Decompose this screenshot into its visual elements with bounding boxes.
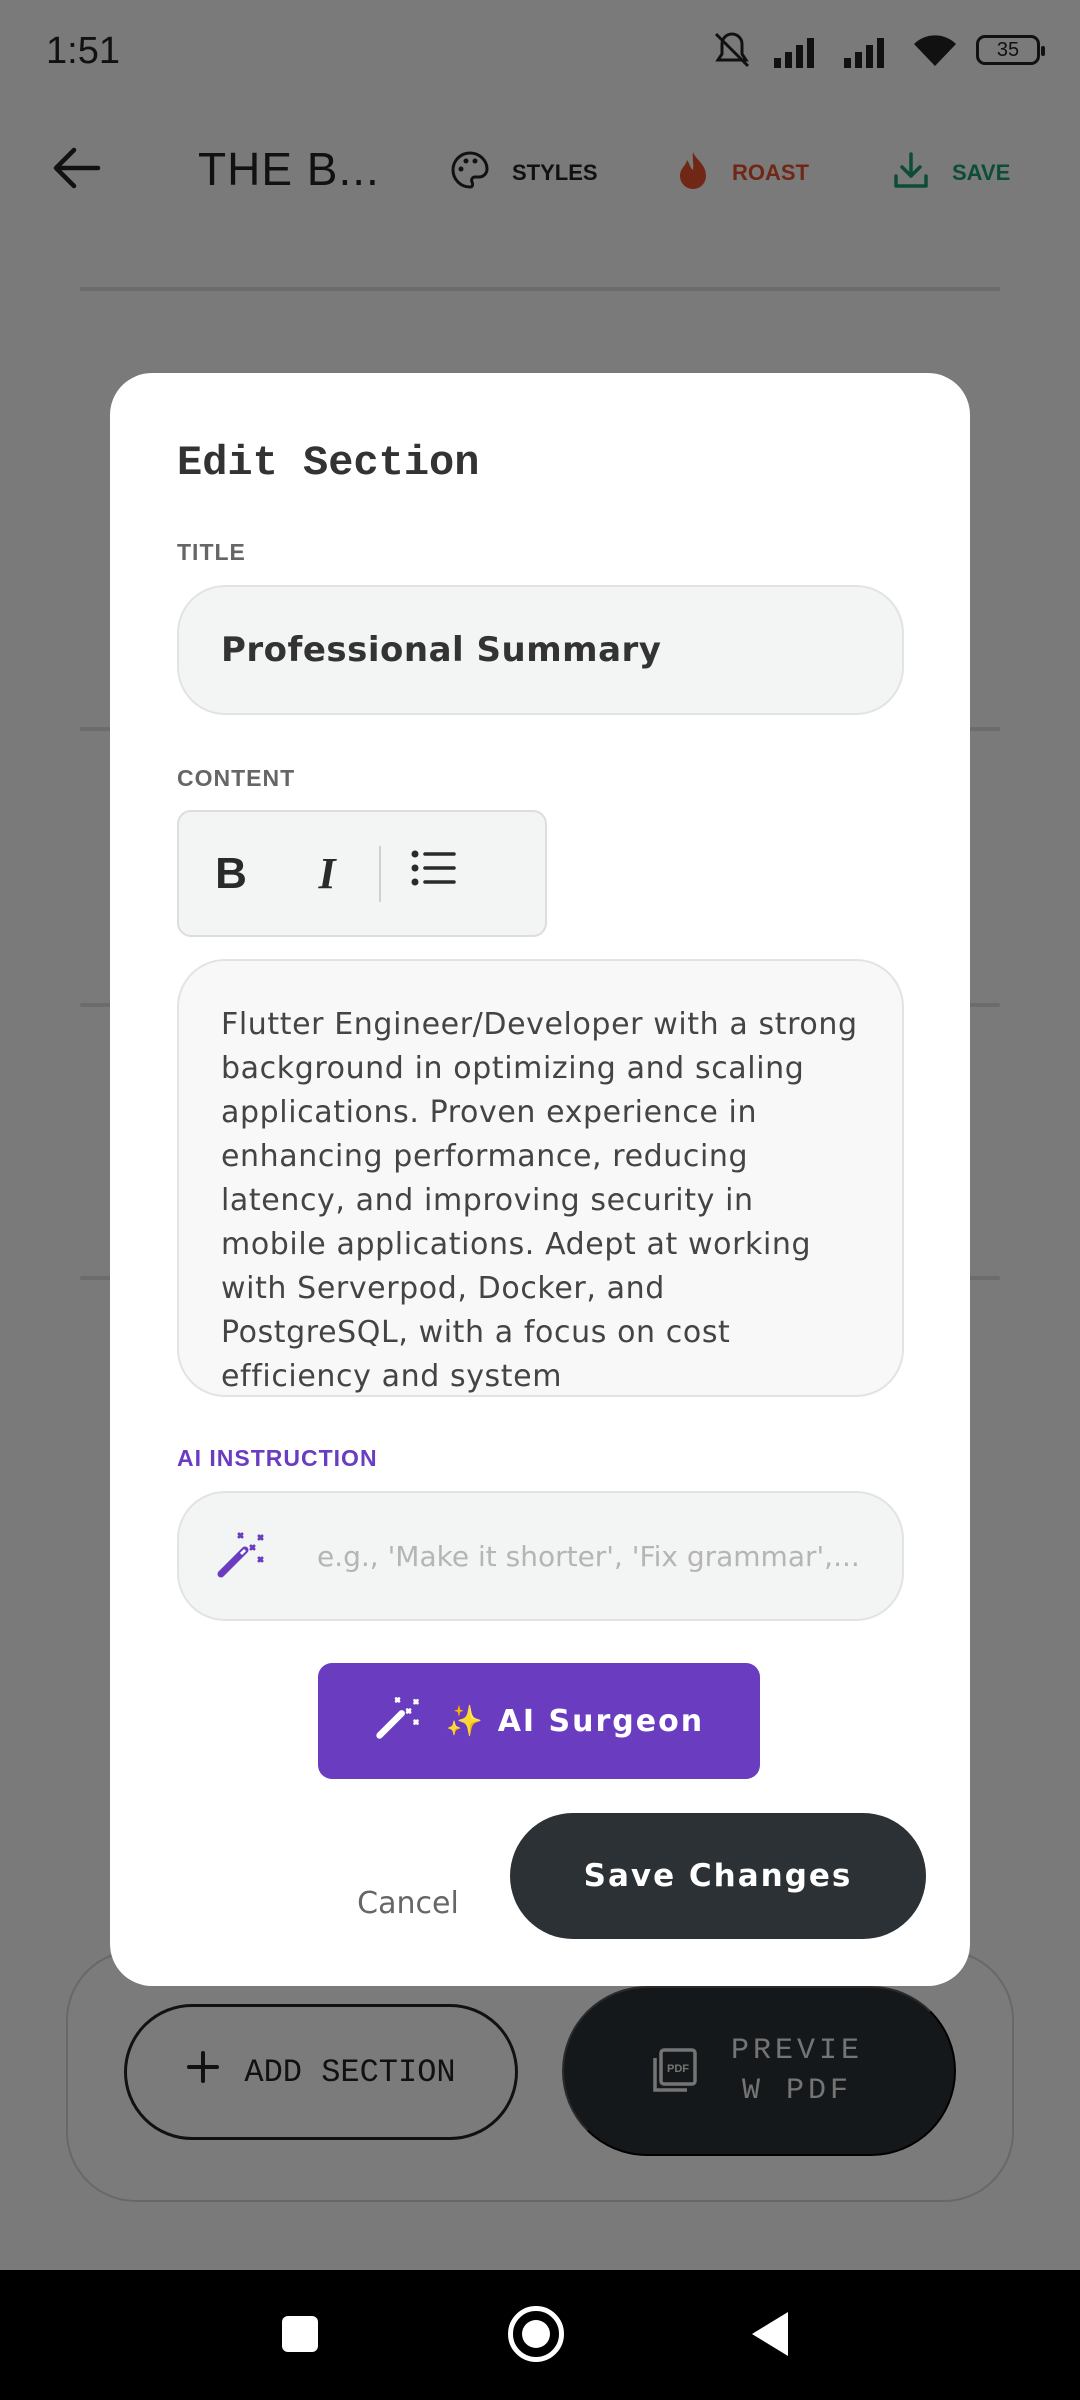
ai-instruction-label: AI INSTRUCTION [177,1445,378,1471]
back-triangle-icon[interactable] [752,2312,788,2356]
dialog-title: Edit Section [177,439,480,487]
save-changes-button[interactable]: Save Changes [510,1813,926,1939]
bullet-list-button[interactable] [385,812,481,935]
recents-icon[interactable] [282,2316,318,2352]
bold-button[interactable]: B [183,812,279,935]
cancel-button[interactable]: Cancel [324,1863,492,1943]
content-field-label: CONTENT [177,765,296,791]
edit-section-dialog: Edit Section TITLE Professional Summary … [110,373,970,1986]
ai-surgeon-button[interactable]: ✨ AI Surgeon [318,1663,760,1779]
content-textarea[interactable]: Flutter Engineer/Developer with a strong… [177,959,904,1397]
system-nav-bar [0,2270,1080,2400]
ai-surgeon-label: ✨ AI Surgeon [445,1703,705,1739]
title-field-label: TITLE [177,539,246,565]
home-icon[interactable] [508,2306,564,2362]
italic-button[interactable]: I [279,812,375,935]
ai-instruction-input[interactable] [317,1539,877,1573]
title-input[interactable]: Professional Summary [177,585,904,715]
toolbar-separator [379,845,381,902]
ai-instruction-field[interactable] [177,1491,904,1621]
bullet-list-icon [410,848,456,899]
magic-wand-icon [374,1693,422,1749]
magic-wand-icon [215,1528,267,1585]
formatting-toolbar: B I [177,810,547,937]
